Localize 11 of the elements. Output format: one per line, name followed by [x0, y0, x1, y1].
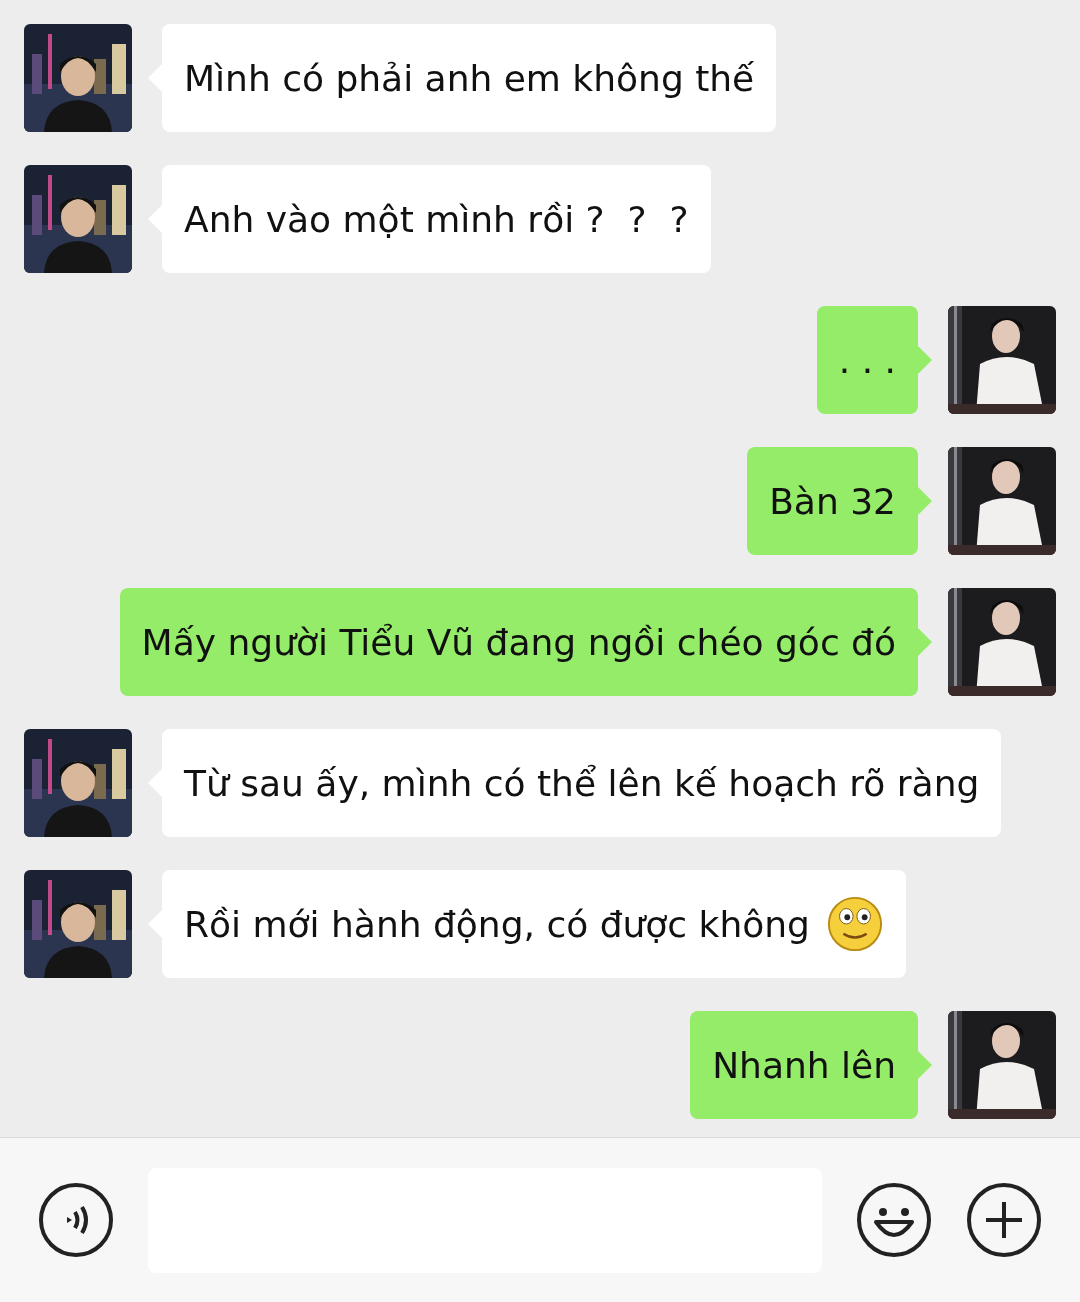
plus-icon[interactable]	[966, 1182, 1042, 1258]
message-text: Rồi mới hành động, có được không	[184, 903, 810, 945]
voice-icon[interactable]	[38, 1182, 114, 1258]
message-text: Anh vào một mình rồi ? ? ?	[184, 198, 689, 240]
message-text: Mình có phải anh em không thế	[184, 57, 755, 99]
smiley-icon[interactable]	[856, 1182, 932, 1258]
message-text: Nhanh lên	[712, 1044, 896, 1086]
message-text: Từ sau ấy, mình có thể lên kế hoạch rõ ràng	[184, 762, 980, 804]
message-text: Bàn 32	[769, 480, 896, 522]
message-text: Mấy người Tiểu Vũ đang ngồi chéo góc đó	[141, 621, 896, 663]
message-text: . . .	[838, 339, 896, 381]
